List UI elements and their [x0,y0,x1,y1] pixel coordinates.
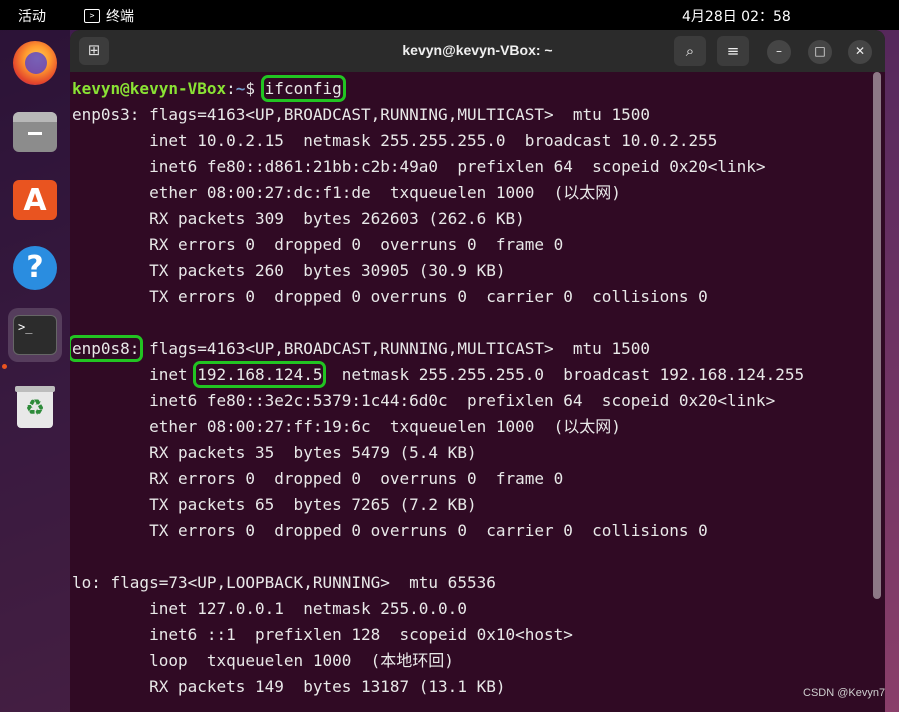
interface-name: enp0s3: [72,105,140,124]
output-line: TX errors 0 dropped 0 overruns 0 carrier… [72,287,708,306]
dock-item-files[interactable] [8,105,62,159]
window-title: kevyn@kevyn-VBox: ~ [402,42,553,58]
minimize-icon: – [776,44,782,58]
terminal-window: ⊞ kevyn@kevyn-VBox: ~ ⌕ ≡ – □ ✕ kevyn@ke… [70,30,885,712]
dock-item-help[interactable]: ? [8,241,62,295]
prompt-separator: : [226,79,236,98]
help-icon: ? [13,246,57,290]
output-line: TX packets 65 bytes 7265 (7.2 KB) [72,495,477,514]
menu-button[interactable]: ≡ [717,36,749,66]
output-line: RX errors 0 dropped 0 overruns 0 frame 0 [72,235,564,254]
close-button[interactable]: ✕ [848,40,872,64]
app-menu[interactable]: > 终端 [84,6,134,26]
maximize-icon: □ [814,44,826,58]
prompt-dollar: $ [245,79,265,98]
interface-flags: flags=4163<UP,BROADCAST,RUNNING,MULTICAS… [139,339,650,358]
output-line: RX packets 35 bytes 5479 (5.4 KB) [72,443,477,462]
search-icon: ⌕ [685,42,695,60]
store-icon: A [13,180,57,220]
inet-details: netmask 255.255.255.0 broadcast 192.168.… [322,365,805,384]
prompt-path: ~ [235,79,246,98]
title-bar[interactable]: ⊞ kevyn@kevyn-VBox: ~ ⌕ ≡ – □ ✕ [70,30,885,72]
output-line: loop txqueuelen 1000 (本地环回) [72,651,454,670]
output-line: inet6 ::1 prefixlen 128 scopeid 0x10<hos… [72,625,573,644]
terminal-app-icon: > [84,9,100,23]
dock-item-firefox[interactable] [8,36,62,90]
dock-item-app-center[interactable]: A [8,173,62,227]
output-line: inet6 fe80::3e2c:5379:1c44:6d0c prefixle… [72,391,776,410]
dock-item-trash[interactable]: ♻ [8,380,62,434]
running-indicator [2,364,7,369]
output-line: RX packets 149 bytes 13187 (13.1 KB) [72,677,506,696]
output-line: RX packets 309 bytes 262603 (262.6 KB) [72,209,525,228]
watermark: CSDN @Kevyn7 [803,687,886,699]
terminal-output[interactable]: kevyn@kevyn-VBox:~$ ifconfig enp0s3: fla… [70,72,885,712]
hamburger-menu-icon: ≡ [726,42,740,60]
output-line: inet6 fe80::d861:21bb:c2b:49a0 prefixlen… [72,157,766,176]
output-line: TX packets 260 bytes 30905 (30.9 KB) [72,261,506,280]
clock[interactable]: 4月28日 02：58 [682,6,791,26]
trash-icon: ♻ [15,386,55,428]
interface-name-highlighted: enp0s8: [70,335,144,362]
inet-label: inet [72,365,198,384]
dock-item-terminal[interactable]: >_ [8,308,62,362]
activities-button[interactable]: 活动 [18,6,46,26]
terminal-icon: >_ [13,315,57,355]
app-menu-label: 终端 [106,9,134,25]
output-line: inet 127.0.0.1 netmask 255.0.0.0 [72,599,467,618]
maximize-button[interactable]: □ [808,40,832,64]
firefox-icon [13,41,57,85]
output-line: inet 10.0.2.15 netmask 255.255.255.0 bro… [72,131,718,150]
if1-header: enp0s3: flags=4163<UP,BROADCAST,RUNNING,… [72,102,650,128]
prompt-user: kevyn@kevyn-VBox [72,79,227,98]
dock: A ? >_ ♻ [0,30,70,712]
scrollbar[interactable] [873,72,881,599]
interface-flags: flags=4163<UP,BROADCAST,RUNNING,MULTICAS… [139,105,650,124]
output-line: ether 08:00:27:dc:f1:de txqueuelen 1000 … [72,183,621,202]
prompt-line: kevyn@kevyn-VBox:~$ ifconfig [72,75,346,102]
ip-address-highlighted: 192.168.124.5 [193,361,327,388]
search-button[interactable]: ⌕ [674,36,706,66]
minimize-button[interactable]: – [767,40,791,64]
files-icon [13,112,57,152]
close-icon: ✕ [854,44,866,58]
if2-header: enp0s8: flags=4163<UP,BROADCAST,RUNNING,… [70,335,650,362]
lo-header: lo: flags=73<UP,LOOPBACK,RUNNING> mtu 65… [72,573,496,592]
output-line: TX errors 0 dropped 0 overruns 0 carrier… [72,521,708,540]
output-line: RX errors 0 dropped 0 overruns 0 frame 0 [72,469,564,488]
top-bar: 活动 > 终端 4月28日 02：58 [0,0,899,30]
output-line: ether 08:00:27:ff:19:6c txqueuelen 1000 … [72,417,621,436]
command-text: ifconfig [260,75,346,102]
if2-inet-line: inet 192.168.124.5 netmask 255.255.255.0… [72,361,805,388]
